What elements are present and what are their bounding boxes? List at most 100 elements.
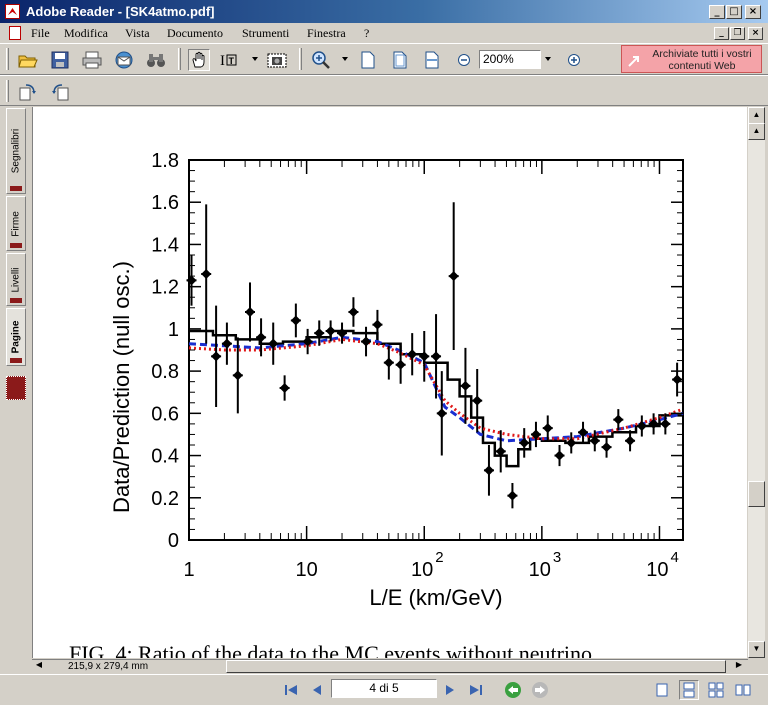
data-point xyxy=(372,319,383,330)
menu-modifica[interactable]: Modifica xyxy=(64,26,108,41)
go-forward-icon[interactable] xyxy=(530,680,550,700)
select-text-icon[interactable]: IT xyxy=(220,49,242,71)
hand-tool-icon[interactable] xyxy=(188,49,210,71)
rotate-counterclockwise-icon[interactable] xyxy=(49,81,71,103)
y-tick-label: 1.8 xyxy=(151,150,179,172)
horizontal-scrollbar[interactable]: ◀ 215,9 x 279,4 mm ▶ xyxy=(32,659,748,673)
y-tick-label: 0.6 xyxy=(151,403,179,425)
data-point xyxy=(613,414,624,425)
x-tick-label: 10 xyxy=(529,559,551,581)
zoom-in-small-icon[interactable] xyxy=(563,49,585,71)
toolbar-grip[interactable] xyxy=(6,80,9,102)
menu-help[interactable]: ? xyxy=(364,26,369,41)
x-tick-label: 10 xyxy=(411,559,433,581)
page-number-input[interactable]: 4 di 5 xyxy=(331,679,437,698)
tab-firme[interactable]: Firme xyxy=(6,196,26,251)
y-tick-label: 1 xyxy=(168,319,179,341)
menu-finestra[interactable]: Finestra xyxy=(307,26,346,41)
actual-size-page-icon[interactable] xyxy=(357,49,379,71)
rotate-clockwise-icon[interactable] xyxy=(17,81,39,103)
status-bar: 4 di 5 xyxy=(0,674,768,705)
tab-marker xyxy=(10,186,22,191)
horizontal-scroll-thumb[interactable] xyxy=(226,660,726,673)
tab-segnalibri[interactable]: Segnalibri xyxy=(6,108,26,194)
minimize-button[interactable]: _ xyxy=(709,5,725,19)
maximize-button[interactable]: □ xyxy=(726,5,742,19)
y-tick-label: 0 xyxy=(168,530,179,552)
search-binoculars-icon[interactable] xyxy=(145,49,167,71)
tab-firme-label: Firme xyxy=(10,210,22,237)
scroll-right-button[interactable]: ▶ xyxy=(732,660,746,673)
menu-vista[interactable]: Vista xyxy=(125,26,150,41)
document-icon[interactable] xyxy=(9,26,21,40)
fit-page-icon[interactable] xyxy=(389,49,411,71)
data-point xyxy=(201,269,212,279)
doc-minimize-button[interactable]: _ xyxy=(714,27,729,40)
save-icon[interactable] xyxy=(49,49,71,71)
svg-text:T: T xyxy=(229,56,235,66)
data-point xyxy=(232,370,243,381)
print-icon[interactable] xyxy=(81,49,103,71)
data-point xyxy=(507,490,518,501)
menu-file[interactable]: File xyxy=(31,26,50,41)
chevron-down-icon[interactable] xyxy=(545,57,551,61)
tab-livelli-label: Livelli xyxy=(10,266,22,293)
doc-restore-button[interactable]: ❐ xyxy=(730,27,745,40)
fit-width-icon[interactable] xyxy=(421,49,443,71)
x-tick-exponent: 3 xyxy=(553,549,561,566)
zoom-input[interactable]: 200% xyxy=(479,50,541,69)
x-axis-label: L/E (km/GeV) xyxy=(369,585,502,610)
chevron-down-icon[interactable] xyxy=(342,57,348,61)
data-point xyxy=(244,307,255,317)
scroll-down-button[interactable]: ▼ xyxy=(748,641,765,658)
open-folder-icon[interactable] xyxy=(17,49,39,71)
menu-bar: File Modifica Vista Documento Strumenti … xyxy=(0,23,768,43)
go-back-icon[interactable] xyxy=(503,680,523,700)
scroll-up-button[interactable]: ▲ xyxy=(748,107,765,124)
data-point xyxy=(186,275,197,286)
close-button[interactable]: × xyxy=(745,5,761,19)
data-point xyxy=(395,359,406,370)
tab-livelli[interactable]: Livelli xyxy=(6,253,26,306)
x-tick-label: 10 xyxy=(295,559,317,581)
oscillation-chart: 00.20.40.60.811.21.41.61.81 10 102103104 D… xyxy=(109,150,684,610)
menu-documento[interactable]: Documento xyxy=(167,26,223,41)
scroll-thumb[interactable] xyxy=(748,481,765,507)
tab-pagine[interactable]: Pagine xyxy=(6,308,26,366)
toolbar-grip[interactable] xyxy=(6,48,9,70)
tab-segnalibri-label: Segnalibri xyxy=(10,128,22,174)
page-size-label: 215,9 x 279,4 mm xyxy=(68,661,149,672)
continuous-facing-view-icon[interactable] xyxy=(706,680,726,700)
data-point xyxy=(256,332,267,343)
document-page[interactable]: 0 0.2 0.4 0.6 0.8 1 1.2 1.4 1.6 1.8 1 10 10 2 10 3 10 4 D… xyxy=(32,107,747,658)
toolbar-grip[interactable] xyxy=(299,48,302,70)
arrow-icon xyxy=(628,56,639,67)
zoom-in-icon[interactable] xyxy=(310,49,332,71)
scroll-left-button[interactable]: ◀ xyxy=(32,660,46,673)
first-page-icon[interactable] xyxy=(281,680,301,700)
zoom-out-icon[interactable] xyxy=(453,49,475,71)
previous-page-icon[interactable] xyxy=(307,680,327,700)
panel-splitter[interactable] xyxy=(6,376,26,400)
doc-close-button[interactable]: × xyxy=(748,27,763,40)
tab-marker xyxy=(10,243,22,248)
data-point xyxy=(672,374,683,385)
next-page-icon[interactable] xyxy=(440,680,460,700)
y-axis-label: Data/Prediction (null osc.) xyxy=(109,261,134,513)
menu-strumenti[interactable]: Strumenti xyxy=(242,26,289,41)
y-tick-label: 1.6 xyxy=(151,192,179,214)
web-archive-button[interactable]: Archiviate tutti i vostri contenuti Web xyxy=(621,45,762,73)
email-icon[interactable] xyxy=(113,49,135,71)
single-page-view-icon[interactable] xyxy=(652,680,672,700)
continuous-view-icon[interactable] xyxy=(679,680,699,700)
data-point xyxy=(601,442,612,453)
facing-view-icon[interactable] xyxy=(733,680,753,700)
page-up-button[interactable]: ▲ xyxy=(748,123,765,140)
vertical-scrollbar[interactable]: ▲ ▲ ▼ xyxy=(748,107,765,658)
data-point xyxy=(483,465,494,476)
snapshot-camera-icon[interactable] xyxy=(266,49,288,71)
toolbar-grip[interactable] xyxy=(178,48,181,70)
adobe-reader-icon[interactable] xyxy=(5,4,20,19)
chevron-down-icon[interactable] xyxy=(252,57,258,61)
last-page-icon[interactable] xyxy=(466,680,486,700)
